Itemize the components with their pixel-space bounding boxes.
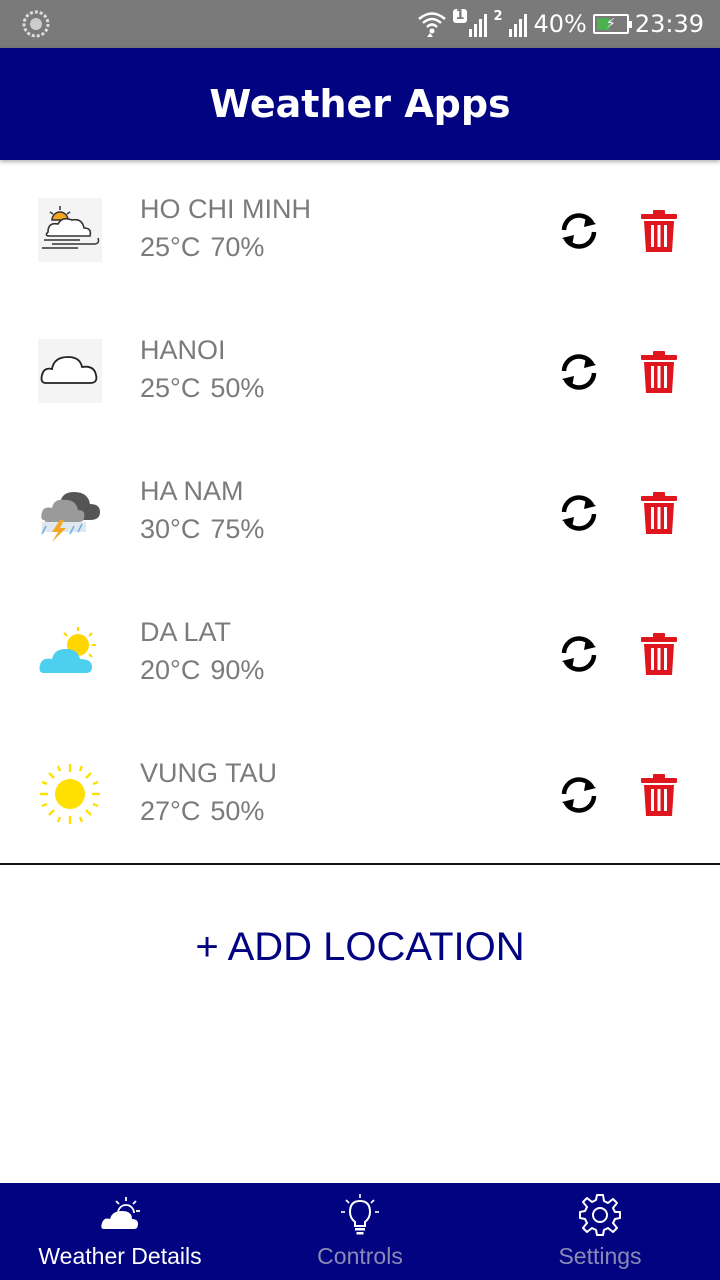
city-name: VUNG TAU	[140, 758, 278, 788]
humidity: 90%	[210, 655, 265, 685]
trash-icon[interactable]	[640, 349, 678, 395]
sim2-signal-icon: 2	[493, 9, 528, 37]
status-indicators: 1 2 40% ⚡ 23:39	[417, 0, 704, 48]
lightbulb-icon	[341, 1194, 379, 1235]
temperature: 30°C	[140, 514, 201, 544]
location-row[interactable]: HO CHI MINH 25°C 70%	[0, 160, 720, 301]
location-row[interactable]: HA NAM 30°C 75%	[0, 442, 720, 583]
refresh-icon[interactable]	[556, 631, 602, 677]
gear-icon	[579, 1194, 621, 1236]
temperature: 20°C	[140, 655, 201, 685]
temperature: 27°C	[140, 796, 201, 826]
humidity: 75%	[210, 514, 265, 544]
refresh-icon[interactable]	[556, 490, 602, 536]
temperature: 25°C	[140, 232, 201, 262]
city-name: HANOI	[140, 335, 226, 365]
bottom-nav: Weather Details Controls Settings	[0, 1183, 720, 1280]
trash-icon[interactable]	[640, 208, 678, 254]
loading-icon	[22, 10, 50, 38]
cloud-icon	[38, 339, 102, 403]
trash-icon[interactable]	[640, 490, 678, 536]
cloud-sun-wind-icon	[38, 198, 102, 262]
humidity: 50%	[210, 796, 265, 826]
humidity: 50%	[210, 373, 265, 403]
weather-readings: 30°C 75%	[140, 514, 264, 545]
refresh-icon[interactable]	[556, 349, 602, 395]
tab-label: Settings	[558, 1243, 642, 1269]
temperature: 25°C	[140, 373, 201, 403]
battery-icon: ⚡	[592, 14, 632, 34]
city-name: DA LAT	[140, 617, 232, 647]
wifi-icon	[418, 12, 447, 37]
refresh-icon[interactable]	[556, 772, 602, 818]
refresh-icon[interactable]	[556, 208, 602, 254]
weather-readings: 25°C 50%	[140, 373, 264, 404]
trash-icon[interactable]	[640, 772, 678, 818]
weather-readings: 20°C 90%	[140, 655, 264, 686]
status-bar: 1 2 40% ⚡ 23:39	[0, 0, 720, 48]
weather-readings: 25°C 70%	[140, 232, 264, 263]
trash-icon[interactable]	[640, 631, 678, 677]
weather-readings: 27°C 50%	[140, 796, 264, 827]
location-list: HO CHI MINH 25°C 70% HANOI 25°C 50% HA N…	[0, 160, 720, 865]
list-divider	[0, 863, 720, 865]
status-time: 23:39	[634, 10, 704, 38]
thunderstorm-icon	[41, 492, 100, 542]
city-name: HA NAM	[140, 476, 244, 506]
charging-icon: ⚡	[605, 16, 616, 32]
tab-settings[interactable]: Settings	[480, 1183, 720, 1280]
sim2-label: 2	[493, 9, 503, 24]
location-row[interactable]: HANOI 25°C 50%	[0, 301, 720, 442]
tab-label: Weather Details	[38, 1243, 202, 1269]
sim1-signal-icon: 1	[453, 8, 488, 37]
humidity: 70%	[210, 232, 265, 262]
sim1-label: 1	[453, 8, 467, 23]
battery-percent: 40%	[533, 10, 587, 38]
tab-controls[interactable]: Controls	[240, 1183, 480, 1280]
city-name: HO CHI MINH	[140, 194, 311, 224]
page-title: Weather Apps	[209, 82, 511, 126]
tab-weather-details[interactable]: Weather Details	[0, 1183, 240, 1280]
cloud-sun-icon	[101, 1197, 140, 1229]
location-row[interactable]: VUNG TAU 27°C 50%	[0, 724, 720, 865]
app-bar: Weather Apps	[0, 48, 720, 160]
location-row[interactable]: DA LAT 20°C 90%	[0, 583, 720, 724]
tab-label: Controls	[317, 1243, 403, 1269]
add-location-button[interactable]: + ADD LOCATION	[0, 925, 720, 970]
partly-cloudy-icon	[39, 627, 96, 673]
sun-icon	[40, 764, 100, 824]
